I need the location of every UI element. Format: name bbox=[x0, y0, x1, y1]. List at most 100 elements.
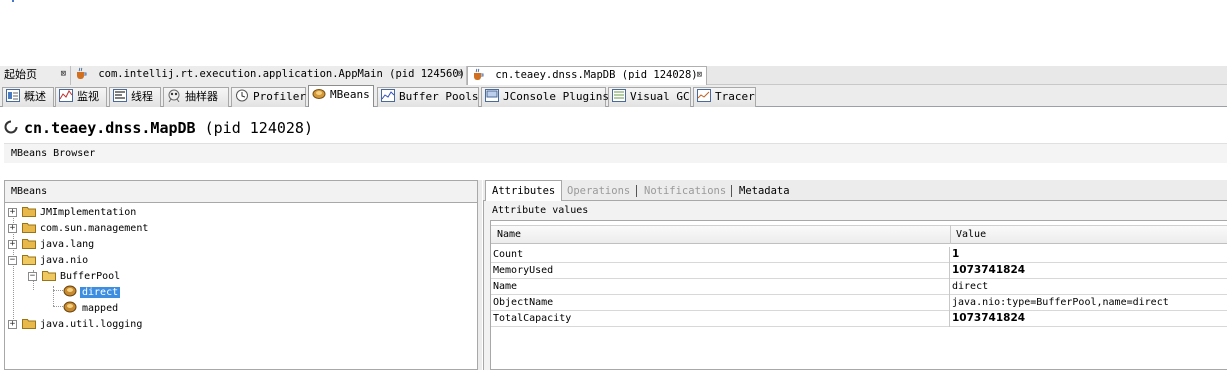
expand-icon[interactable]: + bbox=[8, 320, 17, 329]
tree-node-label: java.lang bbox=[40, 239, 95, 250]
expand-icon[interactable]: + bbox=[8, 208, 17, 217]
attribute-name: Name bbox=[492, 279, 950, 295]
tab-operations[interactable]: Operations bbox=[567, 183, 630, 201]
tab-label: Tracer bbox=[715, 90, 755, 103]
close-icon[interactable]: ⊠ bbox=[457, 66, 462, 83]
tab-tracer[interactable]: Tracer bbox=[693, 87, 756, 107]
attribute-value: java.nio:type=BufferPool,name=direct bbox=[952, 297, 1169, 308]
table-row[interactable]: ObjectName java.nio:type=BufferPool,name… bbox=[491, 295, 1227, 311]
close-icon[interactable]: ⊠ bbox=[61, 66, 66, 83]
open-folder-icon bbox=[42, 271, 56, 281]
mbeans-tree-panel: MBeans + JMImplementation + com.sun.mana… bbox=[4, 180, 478, 370]
tree-node-java-lang[interactable]: + java.lang bbox=[8, 237, 94, 253]
tree-node-direct[interactable]: direct bbox=[63, 285, 121, 301]
app-name: cn.teaey.dnss.MapDB bbox=[24, 119, 196, 137]
doc-tab-mapdb[interactable]: cn.teaey.dnss.MapDB (pid 124028) ⊠ bbox=[467, 66, 707, 85]
tree-node-label: java.util.logging bbox=[40, 319, 143, 330]
tree-node-label: direct bbox=[80, 287, 121, 298]
blank-area bbox=[0, 0, 1227, 66]
folder-icon bbox=[22, 239, 36, 249]
tab-label: MBeans bbox=[330, 88, 370, 101]
panel-splitter[interactable] bbox=[478, 180, 482, 370]
attribute-name: MemoryUsed bbox=[492, 263, 950, 279]
tree-node-label: BufferPool bbox=[60, 271, 121, 282]
doc-tab-label: cn.teaey.dnss.MapDB (pid 124028) bbox=[495, 69, 698, 81]
tab-label: Visual GC bbox=[630, 90, 690, 103]
tree-guide bbox=[53, 306, 63, 307]
tab-notifications[interactable]: Notifications bbox=[644, 183, 726, 201]
column-header-value[interactable]: Value bbox=[956, 226, 986, 244]
tab-mbeans[interactable]: MBeans bbox=[308, 85, 374, 107]
tab-label: JConsole Plugins bbox=[503, 90, 609, 103]
tab-buffer-pools[interactable]: Buffer Pools bbox=[377, 87, 479, 107]
doc-tab-label: 起始页 bbox=[4, 68, 37, 81]
tab-sampler[interactable]: 抽样器 bbox=[163, 87, 229, 107]
close-icon[interactable]: ⊠ bbox=[697, 67, 702, 84]
tree-node-java-nio[interactable]: − java.nio bbox=[8, 253, 88, 269]
tab-profiler[interactable]: Profiler bbox=[231, 87, 306, 107]
tab-attributes[interactable]: Attributes bbox=[485, 180, 563, 201]
tree-node-bufferpool[interactable]: − BufferPool bbox=[28, 269, 120, 285]
tab-overview[interactable]: 概述 bbox=[2, 87, 54, 107]
table-row[interactable]: TotalCapacity 1073741824 bbox=[491, 311, 1227, 327]
visual-gc-icon bbox=[612, 89, 626, 102]
tab-label: 线程 bbox=[131, 90, 153, 103]
folder-icon bbox=[22, 319, 36, 329]
tree-guide bbox=[53, 286, 54, 306]
collapse-icon[interactable]: − bbox=[28, 272, 37, 281]
table-row[interactable]: Name direct bbox=[491, 279, 1227, 295]
folder-icon bbox=[22, 223, 36, 233]
jconsole-icon bbox=[485, 89, 499, 102]
tab-jconsole-plugins[interactable]: JConsole Plugins bbox=[481, 87, 609, 107]
tool-tab-bar: 概述 监视 线程 抽样器 Profiler MBeans Buffer Pool… bbox=[0, 85, 1227, 107]
tab-threads[interactable]: 线程 bbox=[109, 87, 161, 107]
tab-monitor[interactable]: 监视 bbox=[55, 87, 107, 107]
tree-node-java-util-logging[interactable]: + java.util.logging bbox=[8, 317, 142, 333]
attribute-value: 1 bbox=[952, 248, 960, 260]
tab-label: 概述 bbox=[24, 90, 46, 103]
column-divider[interactable] bbox=[950, 225, 951, 244]
table-header: Name Value bbox=[491, 225, 1227, 244]
column-header-name[interactable]: Name bbox=[497, 226, 521, 244]
expand-icon[interactable]: + bbox=[8, 240, 17, 249]
dot bbox=[12, 0, 14, 2]
doc-tab-appmain[interactable]: com.intellij.rt.execution.application.Ap… bbox=[71, 66, 467, 85]
tab-label: Profiler bbox=[253, 90, 306, 103]
threads-icon bbox=[113, 89, 127, 102]
buffer-pools-icon bbox=[381, 89, 395, 102]
tracer-icon bbox=[697, 89, 711, 102]
mbean-icon bbox=[63, 301, 77, 313]
expand-icon[interactable]: + bbox=[8, 224, 17, 233]
open-folder-icon bbox=[22, 255, 36, 265]
tab-separator bbox=[636, 185, 637, 197]
loading-spinner-icon bbox=[4, 120, 18, 134]
folder-icon bbox=[22, 207, 36, 217]
doc-tab-start-page[interactable]: 起始页 ⊠ bbox=[0, 66, 71, 85]
attribute-name: TotalCapacity bbox=[492, 311, 950, 327]
tree-node-label: com.sun.management bbox=[40, 223, 149, 234]
attribute-name: ObjectName bbox=[492, 295, 950, 311]
tab-visual-gc[interactable]: Visual GC bbox=[608, 87, 691, 107]
page-title: cn.teaey.dnss.MapDB (pid 124028) bbox=[4, 117, 313, 139]
tab-label: 监视 bbox=[77, 90, 99, 103]
java-cup-icon bbox=[474, 68, 484, 80]
doc-tab-label: com.intellij.rt.execution.application.Ap… bbox=[98, 68, 465, 80]
tree-node-label: JMImplementation bbox=[40, 207, 137, 218]
app-pid: (pid 124028) bbox=[204, 119, 313, 137]
tree-node-jmimplementation[interactable]: + JMImplementation bbox=[8, 205, 136, 221]
attribute-name: Count bbox=[492, 247, 950, 263]
java-cup-icon bbox=[77, 67, 87, 79]
tree-node-com-sun-management[interactable]: + com.sun.management bbox=[8, 221, 148, 237]
tree-node-mapped[interactable]: mapped bbox=[63, 301, 118, 317]
tab-label: Buffer Pools bbox=[399, 90, 479, 103]
tree-header: MBeans bbox=[5, 181, 477, 203]
table-row[interactable]: Count 1 bbox=[491, 247, 1227, 263]
attribute-value: direct bbox=[952, 281, 989, 292]
monitor-icon bbox=[59, 89, 73, 102]
table-row[interactable]: MemoryUsed 1073741824 bbox=[491, 263, 1227, 279]
tree-node-label: java.nio bbox=[40, 255, 89, 266]
mbeans-icon bbox=[312, 89, 326, 99]
tab-metadata[interactable]: Metadata bbox=[739, 183, 790, 201]
collapse-icon[interactable]: − bbox=[8, 256, 17, 265]
attribute-value: 1073741824 bbox=[952, 312, 1026, 324]
